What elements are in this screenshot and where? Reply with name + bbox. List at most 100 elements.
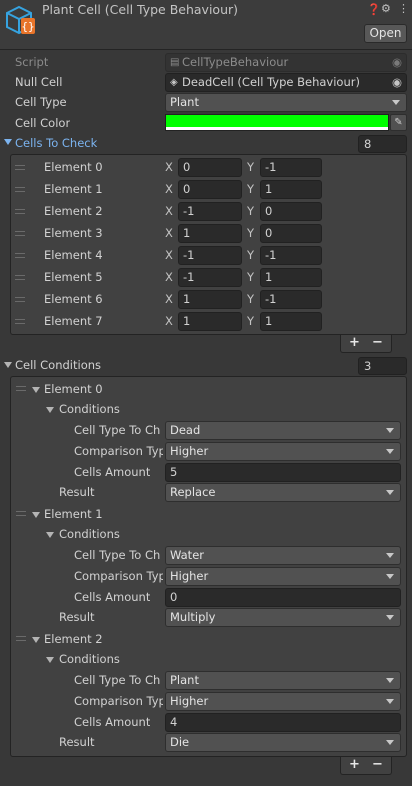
y-input[interactable]: 1 <box>260 312 322 331</box>
drag-handle-icon[interactable] <box>15 253 25 258</box>
y-label: Y <box>247 248 255 262</box>
alpha-bar <box>166 127 388 130</box>
more-icon[interactable]: ⋮ <box>398 2 409 16</box>
foldout-expanded-icon[interactable] <box>46 532 54 538</box>
y-input[interactable]: -1 <box>260 290 322 309</box>
svg-text:{}: {} <box>21 20 34 33</box>
element-label: Element 4 <box>44 248 103 262</box>
null-cell-field[interactable]: ◈ DeadCell (Cell Type Behaviour) ◉ <box>165 73 407 92</box>
drag-handle-icon[interactable] <box>15 297 25 302</box>
remove-element-button[interactable]: − <box>372 757 383 773</box>
cell-type-to-check-dropdown[interactable]: Plant <box>165 671 401 690</box>
eyedropper-icon[interactable]: ✎ <box>390 114 407 131</box>
cell-type-to-check-dropdown[interactable]: Water <box>165 546 401 565</box>
script-label: Script <box>15 55 49 69</box>
add-element-button[interactable]: + <box>349 335 360 351</box>
result-dropdown[interactable]: Multiply <box>165 608 401 627</box>
result-dropdown[interactable]: Replace <box>165 483 401 502</box>
x-input[interactable]: -1 <box>178 202 242 221</box>
cell-type-to-check-label: Cell Type To Ch <box>74 548 161 562</box>
open-button[interactable]: Open <box>364 24 407 43</box>
foldout-expanded-icon[interactable] <box>46 657 54 663</box>
x-label: X <box>165 226 173 240</box>
cells-amount-input[interactable]: 4 <box>165 713 401 732</box>
x-label: X <box>165 314 173 328</box>
cell-color-label: Cell Color <box>15 116 71 130</box>
null-cell-label: Null Cell <box>15 75 63 89</box>
cell-type-to-check-dropdown[interactable]: Dead <box>165 421 401 440</box>
x-label: X <box>165 182 173 196</box>
result-dropdown[interactable]: Die <box>165 733 401 752</box>
foldout-expanded-icon[interactable] <box>32 512 40 518</box>
cell-color-swatch[interactable] <box>165 114 389 131</box>
comparison-type-dropdown[interactable]: Higher <box>165 692 401 711</box>
drag-handle-icon[interactable] <box>16 386 26 391</box>
y-input[interactable]: -1 <box>260 246 322 265</box>
foldout-expanded-icon[interactable] <box>32 387 40 393</box>
y-label: Y <box>247 292 255 306</box>
x-label: X <box>165 292 173 306</box>
y-input[interactable]: 1 <box>260 268 322 287</box>
cells-to-check-label[interactable]: Cells To Check <box>15 133 97 153</box>
foldout-expanded-icon[interactable] <box>46 407 54 413</box>
script-value: CellTypeBehaviour <box>182 55 289 69</box>
remove-element-button[interactable]: − <box>372 335 383 351</box>
y-label: Y <box>247 226 255 240</box>
cell-type-dropdown[interactable]: Plant <box>165 93 407 112</box>
cells-amount-label: Cells Amount <box>74 465 151 479</box>
x-input[interactable]: 1 <box>178 224 242 243</box>
cells-to-check-size[interactable]: 8 <box>358 135 407 153</box>
drag-handle-icon[interactable] <box>15 187 25 192</box>
y-input[interactable]: 1 <box>260 180 322 199</box>
element-label: Element 1 <box>44 507 103 521</box>
cell-type-value: Plant <box>170 95 199 109</box>
x-input[interactable]: -1 <box>178 268 242 287</box>
drag-handle-icon[interactable] <box>16 636 26 641</box>
help-icon[interactable]: ❓ <box>367 3 381 17</box>
dropdown-value: Higher <box>170 694 209 708</box>
list-item: Element 0 X 0 Y -1 <box>10 157 407 179</box>
list-item: Element 7X1Y1 <box>10 311 407 333</box>
chevron-down-icon <box>386 574 394 579</box>
object-picker-icon[interactable]: ◉ <box>392 74 402 91</box>
cell-conditions-size[interactable]: 3 <box>358 357 407 375</box>
result-label: Result <box>59 485 95 499</box>
element-label: Element 5 <box>44 270 103 284</box>
add-element-button[interactable]: + <box>349 757 360 773</box>
cell-conditions-label[interactable]: Cell Conditions <box>15 355 101 375</box>
settings-icon[interactable]: ⚙ <box>381 2 391 16</box>
dropdown-value: Plant <box>170 673 199 687</box>
y-input[interactable]: 0 <box>260 202 322 221</box>
condition-element: Element 1 Conditions Cell Type To Ch Water C… <box>0 504 412 629</box>
dropdown-value: Multiply <box>170 610 216 624</box>
cells-amount-label: Cells Amount <box>74 590 151 604</box>
list-item: Element 1 X0Y1 <box>10 179 407 201</box>
x-input[interactable]: 0 <box>178 158 242 177</box>
drag-handle-icon[interactable] <box>15 319 25 324</box>
x-input[interactable]: 1 <box>178 312 242 331</box>
drag-handle-icon[interactable] <box>16 511 26 516</box>
cells-amount-input[interactable]: 5 <box>165 463 401 482</box>
script-field[interactable]: ▤ CellTypeBehaviour ◉ <box>165 53 407 72</box>
y-input[interactable]: 0 <box>260 224 322 243</box>
drag-handle-icon[interactable] <box>15 231 25 236</box>
cells-to-check-list-controls: + − <box>340 335 392 353</box>
foldout-expanded-icon[interactable] <box>32 637 40 643</box>
comparison-type-dropdown[interactable]: Higher <box>165 567 401 586</box>
y-input[interactable]: -1 <box>260 158 322 177</box>
dropdown-value: Water <box>170 548 204 562</box>
comparison-type-label: Comparison Typ <box>74 444 163 458</box>
x-input[interactable]: 1 <box>178 290 242 309</box>
comparison-type-dropdown[interactable]: Higher <box>165 442 401 461</box>
drag-handle-icon[interactable] <box>15 275 25 280</box>
drag-handle-icon[interactable] <box>15 165 25 170</box>
drag-handle-icon[interactable] <box>15 209 25 214</box>
cells-amount-input[interactable]: 0 <box>165 588 401 607</box>
x-input[interactable]: 0 <box>178 180 242 199</box>
foldout-expanded-icon[interactable] <box>4 139 12 145</box>
element-label: Element 1 <box>44 182 103 196</box>
x-input[interactable]: -1 <box>178 246 242 265</box>
foldout-expanded-icon[interactable] <box>4 362 12 368</box>
element-label: Element 0 <box>44 382 103 396</box>
chevron-down-icon <box>386 615 394 620</box>
